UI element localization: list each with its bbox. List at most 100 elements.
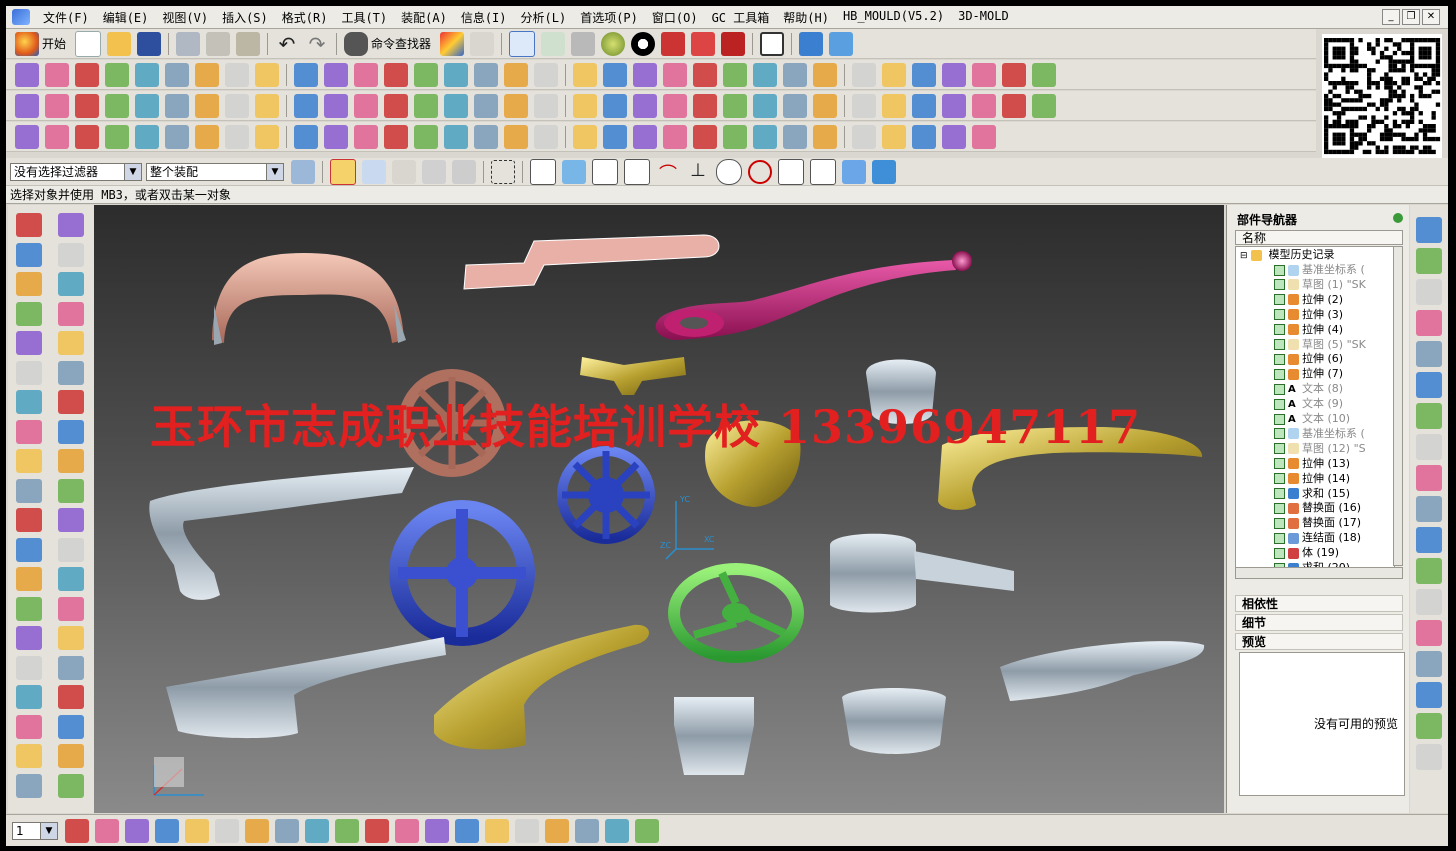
feature-tool-icon[interactable]	[16, 301, 42, 326]
surface-tool-icon[interactable]	[15, 93, 39, 118]
surface-tool-icon[interactable]	[504, 93, 528, 118]
quadrant-point-icon[interactable]	[748, 159, 772, 184]
surface-tool-icon[interactable]	[1032, 93, 1056, 118]
tree-node[interactable]: 拉伸 (6)	[1274, 351, 1343, 366]
resource-tab-icon[interactable]	[1416, 651, 1442, 677]
feature-tool-icon[interactable]	[16, 567, 42, 591]
resource-tab-icon[interactable]	[1416, 279, 1442, 305]
menu-item[interactable]: 格式(R)	[275, 9, 335, 26]
surface-tool-icon[interactable]	[633, 93, 657, 118]
resource-tab-icon[interactable]	[1416, 558, 1442, 584]
curve-intent-icon[interactable]	[452, 159, 476, 184]
surface-tool-icon[interactable]	[195, 93, 219, 118]
surface-tool-icon[interactable]	[813, 93, 837, 118]
mold-tool-icon[interactable]	[972, 124, 996, 149]
wcs-icon[interactable]	[541, 31, 566, 56]
feature-tool-icon[interactable]	[16, 744, 42, 768]
feature-tool-icon[interactable]	[16, 419, 42, 444]
point-on-face-icon[interactable]	[842, 159, 866, 184]
mold-tool-icon[interactable]	[195, 124, 219, 149]
mold-tool-icon[interactable]	[105, 124, 129, 149]
curve-tool-icon[interactable]	[693, 62, 717, 87]
tree-node[interactable]: 拉伸 (14)	[1274, 471, 1350, 486]
surface-tool-icon[interactable]	[603, 93, 627, 118]
feature-tool-icon[interactable]	[16, 213, 42, 237]
mold-tool-icon[interactable]	[15, 124, 39, 149]
visibility-checkbox[interactable]	[1274, 547, 1285, 559]
curve-tool-icon[interactable]	[573, 62, 597, 87]
undo-icon[interactable]: ↶	[275, 32, 299, 56]
end-point-icon[interactable]	[592, 158, 618, 185]
curve-tool-icon[interactable]	[972, 62, 996, 87]
paste-icon[interactable]	[236, 31, 261, 56]
utility-tool-icon[interactable]	[365, 818, 389, 843]
copy-icon[interactable]	[206, 31, 231, 56]
curve-tool-icon[interactable]	[75, 62, 99, 87]
curve-tool-icon[interactable]	[105, 62, 129, 87]
mid-point-icon[interactable]	[624, 158, 650, 185]
mold-tool-icon[interactable]	[384, 124, 408, 149]
feature-tool-icon[interactable]	[16, 390, 42, 414]
feature-tool-icon[interactable]	[58, 478, 84, 503]
visibility-checkbox[interactable]	[1274, 502, 1285, 514]
utility-tool-icon[interactable]	[335, 818, 359, 843]
feature-tool-icon[interactable]	[58, 596, 84, 621]
feature-tool-icon[interactable]	[58, 714, 84, 739]
feature-tool-icon[interactable]	[16, 655, 42, 680]
surface-tool-icon[interactable]	[255, 93, 279, 118]
utility-tool-icon[interactable]	[455, 818, 479, 843]
tree-root[interactable]: ⊟ 模型历史记录	[1240, 247, 1335, 262]
view-cube-icon[interactable]	[872, 159, 896, 184]
curve-tool-icon[interactable]	[45, 62, 69, 87]
mold-tool-icon[interactable]	[75, 124, 99, 149]
tree-node[interactable]: 拉伸 (4)	[1274, 322, 1343, 337]
curve-tool-icon[interactable]	[813, 62, 837, 87]
utility-tool-icon[interactable]	[305, 818, 329, 843]
visibility-checkbox[interactable]	[1274, 264, 1285, 276]
menu-item[interactable]: 编辑(E)	[96, 9, 156, 26]
feature-tool-icon[interactable]	[16, 773, 42, 798]
feature-tool-icon[interactable]	[58, 213, 84, 237]
feature-tool-icon[interactable]	[58, 626, 84, 650]
tree-node[interactable]: A 文本 (10)	[1274, 411, 1350, 426]
background-color-icon[interactable]	[760, 31, 785, 56]
resource-tab-icon[interactable]	[1416, 403, 1442, 429]
rectangle-select-icon[interactable]	[491, 159, 515, 184]
curve-tool-icon[interactable]	[534, 62, 558, 87]
feature-tool-icon[interactable]	[58, 537, 84, 562]
mold-tool-icon[interactable]	[813, 124, 837, 149]
surface-tool-icon[interactable]	[225, 93, 249, 118]
minimize-button[interactable]: _	[1382, 9, 1400, 25]
utility-tool-icon[interactable]	[605, 818, 629, 843]
mold-tool-icon[interactable]	[45, 124, 69, 149]
mold-tool-icon[interactable]	[852, 124, 876, 149]
start-icon[interactable]	[15, 31, 39, 56]
feature-tool-icon[interactable]	[58, 685, 84, 709]
tree-node[interactable]: 拉伸 (2)	[1274, 292, 1343, 307]
mold-tool-icon[interactable]	[753, 124, 777, 149]
feature-tool-icon[interactable]	[58, 419, 84, 444]
work-layer-select[interactable]: 1 ▼	[12, 821, 58, 840]
resource-tab-icon[interactable]	[1416, 744, 1442, 770]
curve-tool-icon[interactable]	[942, 62, 966, 87]
mold-tool-icon[interactable]	[255, 124, 279, 149]
resource-tab-icon[interactable]	[1416, 341, 1442, 367]
utility-tool-icon[interactable]	[425, 818, 449, 843]
feature-tool-icon[interactable]	[58, 567, 84, 591]
visibility-checkbox[interactable]	[1274, 279, 1285, 291]
utility-tool-icon[interactable]	[395, 818, 419, 843]
resource-tab-icon[interactable]	[1416, 372, 1442, 398]
mold-tool-icon[interactable]	[225, 124, 249, 149]
utility-tool-icon[interactable]	[275, 818, 299, 843]
surface-tool-icon[interactable]	[783, 93, 807, 118]
feature-tool-icon[interactable]	[16, 508, 42, 532]
curve-tool-icon[interactable]	[783, 62, 807, 87]
curve-tool-icon[interactable]	[753, 62, 777, 87]
feature-tool-icon[interactable]	[16, 331, 42, 355]
flat-lever-blank[interactable]	[463, 234, 720, 290]
sphere-render-icon[interactable]	[601, 31, 626, 56]
tree-node[interactable]: A 文本 (9)	[1274, 396, 1343, 411]
utility-tool-icon[interactable]	[485, 818, 509, 843]
silver-cylinder-lever[interactable]	[830, 533, 916, 613]
resource-tab-icon[interactable]	[1416, 496, 1442, 522]
